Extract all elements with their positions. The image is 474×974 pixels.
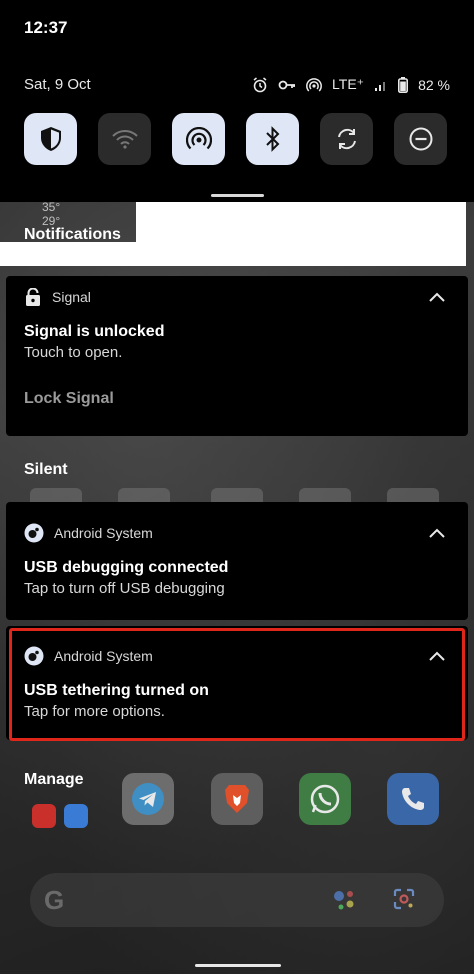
shield-tile[interactable] (24, 113, 77, 165)
android-system-icon (24, 523, 44, 543)
wifi-tile[interactable] (98, 113, 151, 165)
dnd-tile[interactable] (394, 113, 447, 165)
lock-signal-button[interactable]: Lock Signal (24, 390, 114, 408)
vpn-key-icon (278, 80, 296, 89)
bluetooth-icon (265, 126, 279, 152)
battery-icon (398, 76, 409, 93)
quick-settings-tiles (24, 113, 447, 165)
signal-strength-icon (375, 81, 386, 91)
hotspot-tile[interactable] (172, 113, 225, 165)
notification-app-name: Signal (52, 289, 91, 305)
auto-rotate-tile[interactable] (320, 113, 373, 165)
battery-percent: 82 % (418, 76, 450, 93)
shield-icon (40, 127, 61, 151)
qs-drag-handle[interactable] (211, 194, 264, 197)
phone-icon (387, 773, 439, 825)
google-g-icon: G (44, 885, 65, 915)
collapse-chevron-icon[interactable] (429, 528, 445, 538)
alarm-icon (253, 76, 267, 92)
do-not-disturb-icon (409, 127, 432, 151)
collapse-chevron-icon[interactable] (429, 292, 445, 302)
status-icons: LTE⁺ 82 % (252, 76, 450, 93)
notification-text: Tap to turn off USB debugging (24, 580, 225, 597)
whatsapp-icon (299, 773, 351, 825)
silent-header: Silent (24, 461, 68, 478)
telegram-icon (122, 773, 174, 825)
network-type: LTE⁺ (332, 76, 365, 92)
notification-text: Touch to open. (24, 344, 123, 361)
lock-icon (26, 288, 40, 306)
highlight-box (9, 628, 465, 741)
status-time: 12:37 (24, 18, 68, 37)
bluetooth-tile[interactable] (246, 113, 299, 165)
notification-title: Signal is unlocked (24, 323, 165, 340)
usb-debugging-notification[interactable]: Android System USB debugging connected T… (6, 502, 468, 620)
hotspot-status-icon (306, 77, 322, 92)
manage-button[interactable]: Manage (24, 771, 84, 789)
notifications-header: Notifications (24, 226, 121, 243)
signal-notification[interactable]: Signal Signal is unlocked Touch to open.… (6, 276, 468, 436)
wallpaper-weather: 35° 29° (42, 200, 61, 228)
wifi-icon (111, 130, 138, 149)
assistant-icon (334, 891, 354, 910)
qs-date[interactable]: Sat, 9 Oct (24, 76, 91, 93)
redaction-bar (0, 242, 466, 266)
youtube-folder-icon (30, 790, 92, 828)
notification-app-name: Android System (54, 525, 153, 541)
brave-icon (211, 773, 263, 825)
redaction-bar (136, 202, 466, 242)
quick-settings-panel (0, 0, 474, 202)
home-search-bar: G (30, 873, 444, 927)
rotate-icon (337, 128, 356, 150)
hotspot-icon (185, 127, 212, 150)
lens-icon (393, 888, 415, 910)
gesture-nav-handle[interactable] (195, 964, 281, 967)
notification-title: USB debugging connected (24, 559, 229, 576)
